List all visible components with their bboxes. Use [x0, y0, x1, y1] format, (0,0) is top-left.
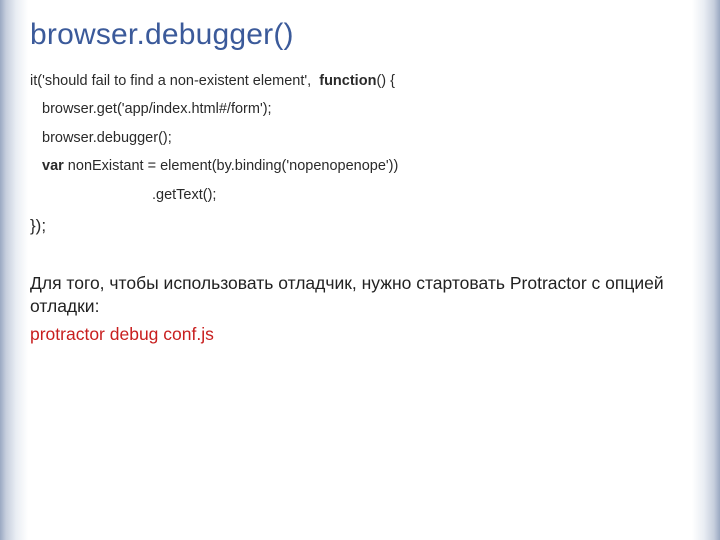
code-line: browser.debugger(); [30, 127, 690, 149]
keyword-function: function [319, 73, 376, 89]
code-line: .getText(); [30, 184, 690, 206]
code-line: browser.get('app/index.html#/form'); [30, 98, 690, 120]
description-text: Для того, чтобы использовать отладчик, н… [30, 272, 690, 318]
code-line: it('should fail to find a non-existent e… [30, 70, 690, 92]
code-text: () { [376, 73, 395, 89]
code-close: }); [30, 216, 690, 236]
command-text: protractor debug conf.js [30, 324, 690, 345]
code-line: var nonExistant = element(by.binding('no… [30, 155, 690, 177]
code-text: nonExistant = element(by.binding('nopeno… [64, 158, 399, 174]
slide: browser.debugger() it('should fail to fi… [0, 0, 720, 540]
keyword-var: var [42, 158, 64, 174]
code-block: it('should fail to find a non-existent e… [30, 70, 690, 206]
slide-title: browser.debugger() [30, 18, 690, 52]
code-text: it('should fail to find a non-existent e… [30, 73, 319, 89]
